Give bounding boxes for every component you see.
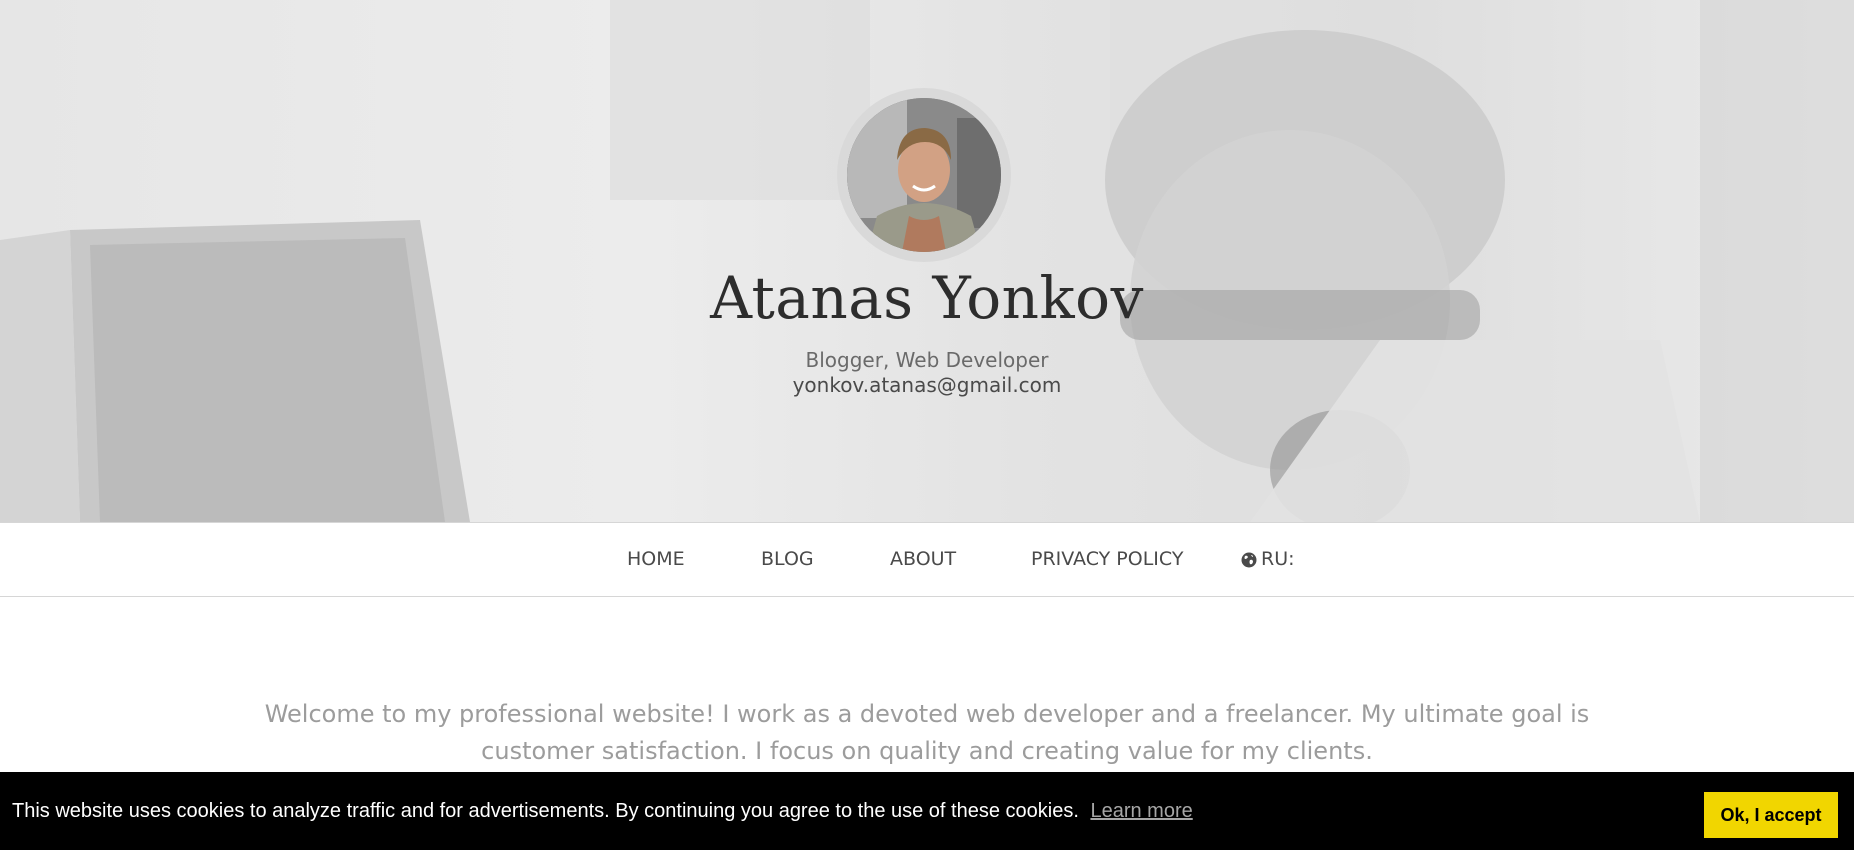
nav-item-about[interactable]: ABOUT	[890, 523, 956, 596]
language-switcher[interactable]: RU:	[1241, 523, 1295, 596]
site-owner-name: Atanas Yonkov	[710, 264, 1144, 332]
owner-role: Blogger, Web Developer	[805, 348, 1049, 372]
nav-item-privacy-policy[interactable]: PRIVACY POLICY	[1031, 523, 1183, 596]
main-navigation: HOME BLOG ABOUT PRIVACY POLICY RU:	[0, 522, 1854, 597]
cookie-message-container: This website uses cookies to analyze tra…	[12, 772, 1193, 850]
globe-icon	[1241, 552, 1257, 567]
email-link[interactable]: yonkov.atanas@gmail.com	[0, 373, 1854, 397]
cookie-consent-bar: This website uses cookies to analyze tra…	[0, 772, 1854, 850]
accept-cookies-button[interactable]: Ok, I accept	[1704, 792, 1838, 838]
avatar	[847, 98, 1001, 252]
intro-text: Welcome to my professional website! I wo…	[264, 700, 1590, 765]
cookie-message: This website uses cookies to analyze tra…	[12, 800, 1079, 822]
hero-banner: Atanas Yonkov Blogger, Web Developer yon…	[0, 0, 1854, 522]
learn-more-link[interactable]: Learn more	[1090, 800, 1192, 822]
language-label: RU:	[1261, 548, 1295, 570]
nav-item-home[interactable]: HOME	[627, 523, 685, 596]
nav-item-blog[interactable]: BLOG	[761, 523, 814, 596]
avatar-frame	[837, 88, 1011, 262]
